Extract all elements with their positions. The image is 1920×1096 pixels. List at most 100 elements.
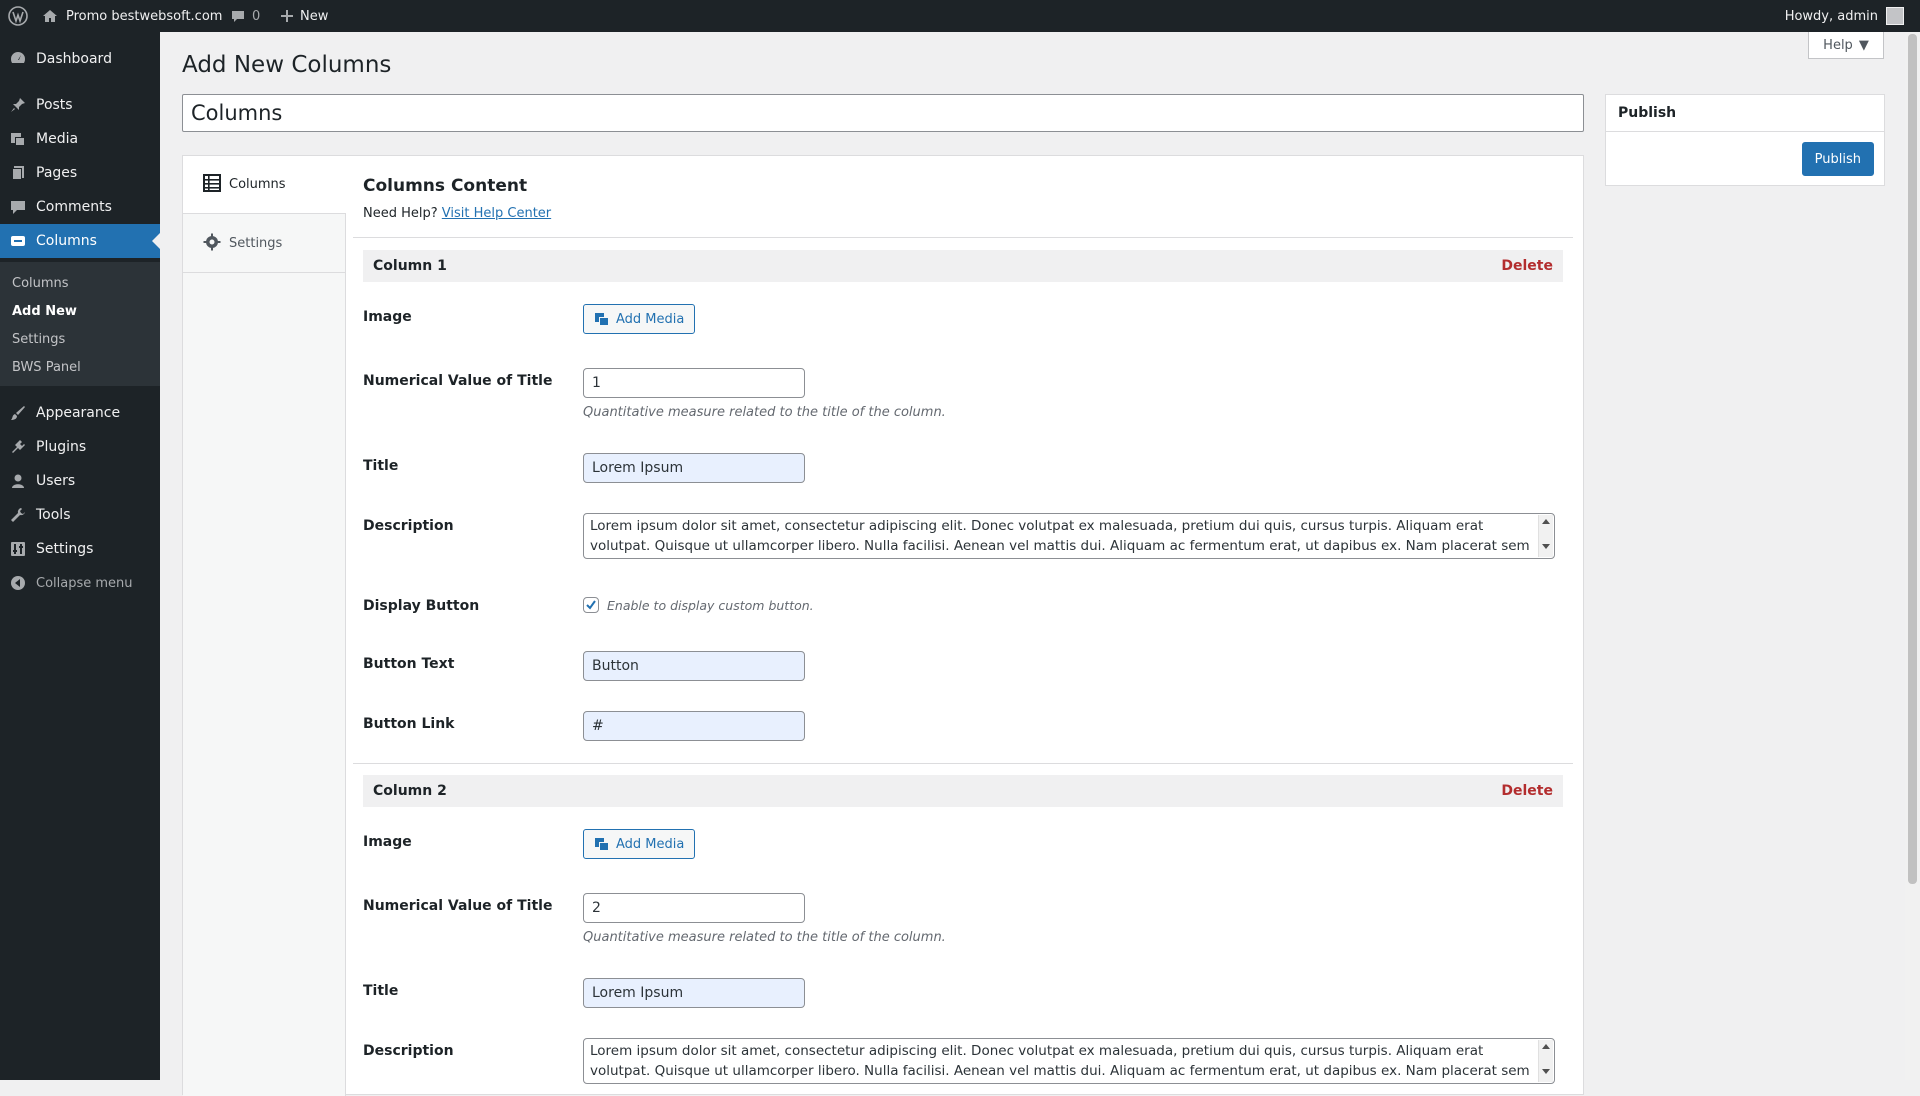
description-textarea[interactable]: Lorem ipsum dolor sit amet, consectetur … bbox=[583, 1038, 1555, 1084]
numerical-value-label: Numerical Value of Title bbox=[363, 373, 553, 389]
scroll-down-icon bbox=[1542, 544, 1550, 549]
page-title: Add New Columns bbox=[182, 52, 392, 78]
comment-bubble-icon bbox=[232, 11, 244, 22]
comments-icon bbox=[0, 198, 36, 216]
button-text-label: Button Text bbox=[363, 656, 455, 672]
image-label: Image bbox=[363, 834, 412, 850]
sidebar-item-tools[interactable]: Tools bbox=[0, 498, 160, 532]
sidebar-item-label: Pages bbox=[36, 165, 78, 181]
divider bbox=[353, 237, 1573, 238]
column-1-header: Column 1 Delete bbox=[363, 250, 1563, 282]
sidebar-item-posts[interactable]: Posts bbox=[0, 88, 160, 122]
description-text: Lorem ipsum dolor sit amet, consectetur … bbox=[590, 1043, 1530, 1079]
sidebar-item-settings[interactable]: Settings bbox=[0, 532, 160, 566]
settings-icon bbox=[0, 540, 36, 558]
publish-button[interactable]: Publish bbox=[1801, 142, 1874, 176]
dashboard-icon bbox=[0, 50, 36, 68]
sidebar-item-pages[interactable]: Pages bbox=[0, 156, 160, 190]
add-media-label: Add Media bbox=[616, 311, 685, 327]
sidebar-item-label: Posts bbox=[36, 97, 73, 113]
tab-settings[interactable]: Settings bbox=[183, 215, 345, 273]
help-center-link[interactable]: Visit Help Center bbox=[442, 206, 551, 221]
new-content-link[interactable]: New bbox=[280, 0, 328, 32]
brush-icon bbox=[0, 404, 36, 422]
tab-columns[interactable]: Columns bbox=[183, 156, 346, 214]
delete-column-1-button[interactable]: Delete bbox=[1501, 258, 1553, 274]
pages-icon bbox=[0, 164, 36, 182]
post-title-input[interactable]: Columns bbox=[182, 94, 1584, 132]
current-menu-arrow bbox=[152, 233, 160, 249]
caret-down-icon: ▼ bbox=[1858, 37, 1869, 53]
column-title: Column 2 bbox=[373, 783, 447, 799]
scroll-down-icon bbox=[1542, 1069, 1550, 1074]
sidebar-item-appearance[interactable]: Appearance bbox=[0, 396, 160, 430]
media-icon bbox=[595, 838, 609, 851]
pin-icon bbox=[0, 96, 36, 114]
title-input[interactable]: Lorem Ipsum bbox=[583, 978, 805, 1008]
numerical-value-label: Numerical Value of Title bbox=[363, 898, 553, 914]
sidebar-item-label: Dashboard bbox=[36, 51, 112, 67]
display-button-description: Enable to display custom button. bbox=[607, 597, 814, 613]
textarea-scrollbar[interactable] bbox=[1538, 515, 1553, 557]
scroll-up-icon bbox=[1542, 1044, 1550, 1049]
comments-link[interactable]: 0 bbox=[230, 0, 260, 32]
collapse-menu-button[interactable]: Collapse menu bbox=[0, 566, 160, 600]
display-button-label: Display Button bbox=[363, 598, 480, 614]
collapse-menu-label: Collapse menu bbox=[36, 575, 133, 591]
media-icon bbox=[595, 313, 609, 326]
site-name-link[interactable]: Promo bestwebsoft.com bbox=[42, 0, 222, 32]
numerical-value-description: Quantitative measure related to the titl… bbox=[583, 405, 946, 420]
home-icon bbox=[43, 10, 57, 22]
button-text-input[interactable]: Button bbox=[583, 651, 805, 681]
numerical-value-input[interactable]: 1 bbox=[583, 368, 805, 398]
add-media-label: Add Media bbox=[616, 836, 685, 852]
site-name-label: Promo bestwebsoft.com bbox=[66, 8, 223, 24]
button-link-input[interactable]: # bbox=[583, 711, 805, 741]
add-media-button[interactable]: Add Media bbox=[583, 829, 696, 859]
howdy-label: Howdy, admin bbox=[1784, 8, 1878, 24]
account-menu[interactable]: Howdy, admin bbox=[1785, 0, 1904, 32]
sidebar-item-label: Settings bbox=[36, 541, 94, 557]
display-button-checkbox[interactable] bbox=[583, 597, 599, 613]
sidebar-item-label: Users bbox=[36, 473, 76, 489]
tab-label: Settings bbox=[229, 236, 283, 251]
submenu-item-settings[interactable]: Settings bbox=[12, 332, 65, 347]
sidebar-item-label: Columns bbox=[36, 233, 97, 249]
sidebar-item-dashboard[interactable]: Dashboard bbox=[0, 42, 160, 76]
title-input[interactable]: Lorem Ipsum bbox=[583, 453, 805, 483]
sidebar-item-media[interactable]: Media bbox=[0, 122, 160, 156]
submenu-item-bws-panel[interactable]: BWS Panel bbox=[12, 360, 81, 375]
column-2-header: Column 2 Delete bbox=[363, 775, 1563, 807]
submenu-item-columns[interactable]: Columns bbox=[12, 276, 69, 291]
display-button-row: Enable to display custom button. bbox=[583, 597, 814, 613]
page-scrollbar[interactable] bbox=[1905, 32, 1920, 1080]
admin-sidebar: Dashboard Posts Media Pages Comments Col… bbox=[0, 32, 160, 1080]
sidebar-item-users[interactable]: Users bbox=[0, 464, 160, 498]
description-textarea[interactable]: Lorem ipsum dolor sit amet, consectetur … bbox=[583, 513, 1555, 559]
sidebar-item-comments[interactable]: Comments bbox=[0, 190, 160, 224]
sidebar-item-label: Comments bbox=[36, 199, 112, 215]
content-heading: Columns Content bbox=[363, 176, 528, 196]
help-line: Need Help? Visit Help Center bbox=[363, 206, 551, 221]
delete-column-2-button[interactable]: Delete bbox=[1501, 783, 1553, 799]
sidebar-item-plugins[interactable]: Plugins bbox=[0, 430, 160, 464]
title-label: Title bbox=[363, 458, 399, 474]
sidebar-item-columns[interactable]: Columns bbox=[0, 224, 160, 258]
image-label: Image bbox=[363, 309, 412, 325]
scroll-up-icon bbox=[1542, 519, 1550, 524]
numerical-value-description: Quantitative measure related to the titl… bbox=[583, 930, 946, 945]
textarea-scrollbar[interactable] bbox=[1538, 1040, 1553, 1082]
need-help-text: Need Help? bbox=[363, 206, 438, 221]
wordpress-logo-icon[interactable] bbox=[8, 0, 28, 32]
numerical-value-input[interactable]: 2 bbox=[583, 893, 805, 923]
sidebar-item-label: Media bbox=[36, 131, 79, 147]
title-label: Title bbox=[363, 983, 399, 999]
submenu-item-add-new[interactable]: Add New bbox=[12, 304, 77, 319]
help-tab-button[interactable]: Help ▼ bbox=[1808, 32, 1884, 59]
new-label: New bbox=[300, 8, 329, 24]
columns-icon bbox=[0, 232, 36, 250]
tab-label: Columns bbox=[229, 177, 286, 192]
add-media-button[interactable]: Add Media bbox=[583, 304, 696, 334]
divider bbox=[353, 763, 1573, 764]
scrollbar-thumb[interactable] bbox=[1908, 34, 1917, 884]
